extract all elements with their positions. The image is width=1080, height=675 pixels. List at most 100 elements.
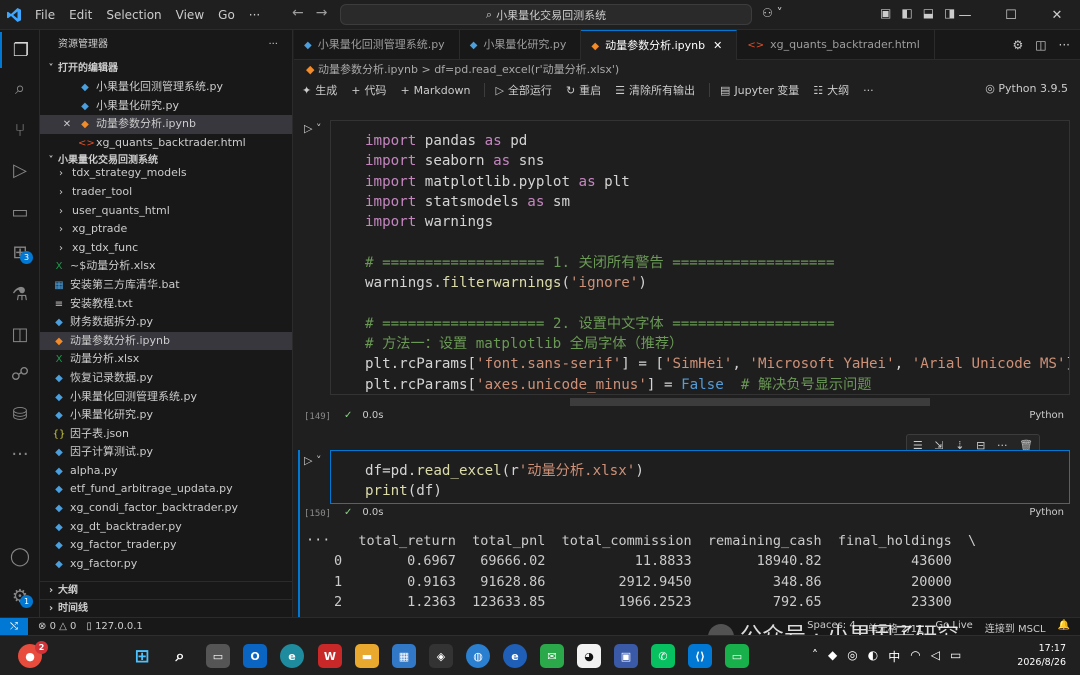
close-tab-icon[interactable]: ✕ [713, 39, 722, 52]
folder-item[interactable]: › xg_ptrade [40, 220, 292, 239]
run-cell-button[interactable]: ▷ ˅ [304, 122, 321, 135]
notebook-settings-gear-icon[interactable]: ⚙ [1012, 38, 1023, 52]
breadcrumb-cell[interactable]: df=pd.read_excel(r'动量分析.xlsx') [434, 63, 619, 76]
battery-icon[interactable]: ▭ [950, 648, 961, 665]
menu-edit[interactable]: Edit [62, 0, 99, 30]
open-editor-item[interactable]: ✕ ◆ 动量参数分析.ipynb [40, 115, 292, 134]
outline-button[interactable]: ☷ 大纲 [813, 82, 849, 98]
file-item[interactable]: ◆ xg_condi_factor_backtrader.py [40, 499, 292, 518]
customize-layout-icon[interactable]: ▣ [880, 6, 891, 20]
close-icon[interactable]: ✕ [1034, 0, 1080, 30]
toolbar-more-button[interactable]: ··· [863, 84, 874, 97]
timeline-section-header[interactable]: › 时间线 [40, 599, 292, 617]
copilot-icon[interactable]: ⚇ ˅ [762, 6, 783, 20]
split-editor-icon[interactable]: ◫ [1035, 38, 1046, 52]
open-editors-header[interactable]: ˅ 打开的编辑器 [40, 60, 292, 78]
tab-xg-backtest-system[interactable]: ◆ 小果量化回测管理系统.py [294, 30, 460, 60]
globe-app-icon[interactable]: ◍ [466, 644, 490, 668]
problems-indicator[interactable]: ⊗ 0 △ 0 [38, 621, 76, 632]
testing-icon[interactable]: ⚗ [0, 276, 40, 312]
tray-app-icon[interactable]: ◎ [847, 648, 857, 665]
menu-go[interactable]: Go [211, 0, 242, 30]
tray-app-icon[interactable]: ◆ [828, 648, 837, 665]
folder-item[interactable]: › tdx_strategy_models [40, 164, 292, 183]
explorer-icon[interactable]: ❐ [0, 32, 40, 68]
menu-more[interactable]: ··· [242, 0, 267, 30]
database-icon[interactable]: ⛁ [0, 396, 40, 432]
file-item[interactable]: ◆ 小果量化回测管理系统.py [40, 388, 292, 407]
remote-desktop-icon[interactable]: ▣ [614, 644, 638, 668]
search-icon[interactable]: ⌕ [168, 644, 192, 668]
run-cell-button[interactable]: ▷ ˅ [304, 454, 321, 467]
cube-app-icon[interactable]: ◈ [429, 644, 453, 668]
chat-app-icon[interactable]: ✉ [540, 644, 564, 668]
tab-backtrader-html[interactable]: <> xg_quants_backtrader.html [737, 30, 935, 60]
output-more-icon[interactable]: ··· [306, 530, 330, 550]
horizontal-scrollbar[interactable] [570, 398, 930, 406]
file-explorer-icon[interactable]: ▬ [355, 644, 379, 668]
file-item[interactable]: ◆ 小果量化研究.py [40, 406, 292, 425]
widgets-icon[interactable]: ● 2 [18, 641, 48, 668]
toggle-panel-icon[interactable]: ⬓ [923, 6, 934, 20]
file-item[interactable]: ◆ 动量参数分析.ipynb [40, 331, 292, 351]
file-item[interactable]: ◆ etf_fund_arbitrage_updata.py [40, 480, 292, 499]
tab-xg-research[interactable]: ◆ 小果量化研究.py [460, 30, 582, 60]
file-item[interactable]: ◆ xg_factor_trader.py [40, 536, 292, 555]
source-control-icon[interactable]: ⑂ [0, 112, 40, 148]
file-item[interactable]: ◆ alpha.py [40, 462, 292, 481]
ime-indicator[interactable]: 中 [888, 648, 900, 665]
manage-gear-icon[interactable]: ⚙ 1 [0, 578, 40, 614]
search-view-icon[interactable]: ⌕ [0, 70, 40, 106]
maximize-icon[interactable]: ☐ [988, 0, 1034, 30]
file-item[interactable]: X ~$动量分析.xlsx [40, 257, 292, 276]
file-item[interactable]: {} 因子表.json [40, 425, 292, 444]
minimize-icon[interactable]: — [942, 0, 988, 30]
forward-arrow-icon[interactable]: → [316, 5, 340, 21]
kernel-picker[interactable]: ◎ Python 3.9.5 [985, 82, 1068, 95]
run-debug-icon[interactable]: ▷ [0, 152, 40, 188]
cell-2-editor[interactable]: df=pd.read_excel(r'动量分析.xlsx') print(df) [330, 450, 1070, 504]
jupyter-icon[interactable]: ◫ [0, 316, 40, 352]
clear-all-outputs-button[interactable]: ☰ 清除所有输出 [615, 82, 695, 98]
open-editor-item[interactable]: <>xg_quants_backtrader.html [40, 134, 292, 153]
tab-momentum-notebook[interactable]: ◆ 动量参数分析.ipynb ✕ [581, 30, 738, 60]
file-item[interactable]: X 动量分析.xlsx [40, 350, 292, 369]
add-code-button[interactable]: + 代码 [351, 82, 386, 98]
file-item[interactable]: ◆ xg_factor.py [40, 555, 292, 574]
microsoft-store-icon[interactable]: ▦ [392, 644, 416, 668]
open-editor-item[interactable]: ◆ 小果量化研究.py [40, 97, 292, 116]
cell-language[interactable]: Python [1029, 507, 1064, 518]
vscode-taskbar-icon[interactable]: ⟨⟩ [688, 644, 712, 668]
cell-1-editor[interactable]: import pandas as pd import seaborn as sn… [330, 120, 1070, 395]
notifications-bell-icon[interactable]: 🔔 [1058, 620, 1070, 635]
generate-button[interactable]: ✦ 生成 [302, 82, 337, 98]
command-center-search[interactable]: ⌕ 小果量化交易回测系统 [340, 4, 752, 25]
cell-language[interactable]: Python [1029, 410, 1064, 421]
folder-item[interactable]: › trader_tool [40, 183, 292, 202]
menu-selection[interactable]: Selection [99, 0, 168, 30]
editor-more-icon[interactable]: ··· [1059, 38, 1070, 52]
connect-mscl-button[interactable]: 连接到 MSCL [985, 620, 1046, 635]
wechat-icon[interactable]: ✆ [651, 644, 675, 668]
wifi-icon[interactable]: ◠ [910, 648, 920, 665]
extensions-icon[interactable]: ⊞ 3 [0, 234, 40, 270]
toggle-primary-sidebar-icon[interactable]: ◧ [901, 6, 912, 20]
outline-section-header[interactable]: › 大纲 [40, 581, 292, 599]
wps-icon[interactable]: W [318, 644, 342, 668]
close-editor-icon[interactable]: ✕ [60, 116, 74, 135]
menu-view[interactable]: View [169, 0, 211, 30]
volume-icon[interactable]: ◁ [931, 648, 940, 665]
folder-item[interactable]: › user_quants_html [40, 202, 292, 221]
message-app-icon[interactable]: ▭ [725, 644, 749, 668]
explorer-more-icon[interactable]: ··· [268, 30, 278, 60]
breadcrumb-file[interactable]: 动量参数分析.ipynb [318, 63, 418, 76]
code-cell-2[interactable]: df=pd.read_excel(r'动量分析.xlsx') print(df) [330, 450, 1070, 520]
remote-explorer-icon[interactable]: ▭ [0, 194, 40, 230]
remote-indicator-icon[interactable]: ⤭ [0, 617, 28, 636]
add-markdown-button[interactable]: + Markdown [400, 84, 470, 97]
open-editor-item[interactable]: ◆ 小果量化回测管理系统.py [40, 78, 292, 97]
file-item[interactable]: ≡ 安装教程.txt [40, 295, 292, 314]
edge-icon[interactable]: e [280, 644, 304, 668]
code-cell-1[interactable]: import pandas as pd import seaborn as sn… [330, 120, 1070, 412]
back-arrow-icon[interactable]: ← [292, 5, 316, 21]
